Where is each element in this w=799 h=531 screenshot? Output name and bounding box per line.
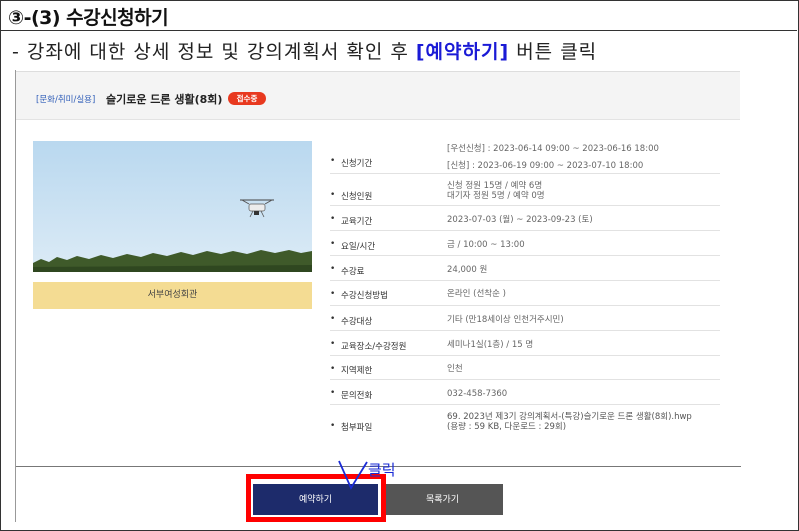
info-value: 인천 — [447, 364, 463, 374]
info-value: 신청 정원 15명 / 예약 6명 대기자 정원 5명 / 예약 0명 — [447, 181, 545, 201]
bullet-icon: • — [330, 388, 336, 398]
course-photo — [33, 141, 312, 272]
info-label: 수강료 — [341, 267, 365, 277]
click-arrow-icon — [338, 460, 368, 490]
info-value: 금 / 10:00 ~ 13:00 — [447, 240, 525, 250]
info-label: 첨부파일 — [341, 423, 373, 433]
bullet-icon: • — [330, 421, 336, 431]
info-row-fee: • 수강료 24,000 원 — [330, 256, 720, 281]
info-label: 문의전화 — [341, 391, 373, 401]
info-label: 수강신청방법 — [341, 291, 388, 301]
click-note: 클릭 — [368, 461, 396, 479]
instruction-highlight: [예약하기] — [415, 41, 510, 63]
info-label: 지역제한 — [341, 366, 373, 376]
info-value: 032-458-7360 — [447, 389, 508, 399]
info-label: 수강대상 — [341, 317, 373, 327]
info-value: 세미나1실(1층) / 15 명 — [447, 340, 534, 350]
bullet-icon: • — [330, 239, 336, 249]
bullet-icon: • — [330, 156, 336, 166]
info-value: [우선신청] : 2023-06-14 09:00 ~ 2023-06-16 1… — [447, 144, 659, 171]
info-value: 기타 (만18세이상 인천거주시민) — [447, 315, 564, 325]
info-row-day-time: • 요일/시간 금 / 10:00 ~ 13:00 — [330, 231, 720, 256]
info-row-attachment: • 첨부파일 69. 2023년 제3기 강의계획서-(특강)슬기로운 드론 생… — [330, 405, 720, 441]
info-label: 신청인원 — [341, 192, 373, 202]
instruction-suffix: 버튼 클릭 — [509, 41, 598, 63]
info-row-applicants: • 신청인원 신청 정원 15명 / 예약 6명 대기자 정원 5명 / 예약 … — [330, 174, 720, 206]
step-title: ③-(3) 수강신청하기 — [8, 7, 169, 29]
info-row-phone: • 문의전화 032-458-7360 — [330, 380, 720, 405]
info-label: 교육장소/수강정원 — [341, 342, 407, 352]
info-row-method: • 수강신청방법 온라인 (선착순 ) — [330, 281, 720, 306]
bullet-icon: • — [330, 264, 336, 274]
info-row-region: • 지역제한 인천 — [330, 356, 720, 380]
location-label: 서부여성회관 — [33, 282, 312, 309]
info-value: 온라인 (선착순 ) — [447, 289, 506, 299]
info-row-application-period: • 신청기간 [우선신청] : 2023-06-14 09:00 ~ 2023-… — [330, 138, 720, 174]
bullet-icon: • — [330, 214, 336, 224]
info-label: 교육기간 — [341, 217, 373, 227]
info-row-place-capacity: • 교육장소/수강정원 세미나1실(1층) / 15 명 — [330, 331, 720, 356]
info-label: 신청기간 — [341, 159, 373, 169]
bullet-icon: • — [330, 190, 336, 200]
info-label: 요일/시간 — [341, 242, 376, 252]
list-button[interactable]: 목록가기 — [382, 484, 503, 515]
attachment-link[interactable]: 69. 2023년 제3기 강의계획서-(특강)슬기로운 드론 생활(8회).h… — [447, 412, 692, 432]
instruction-text: - 강좌에 대한 상세 정보 및 강의계획서 확인 후 [예약하기] 버튼 클릭 — [12, 37, 597, 64]
drone-photo-image — [33, 141, 312, 272]
course-category: [문화/취미/실용] — [36, 95, 96, 105]
bullet-icon: • — [330, 364, 336, 374]
info-row-target: • 수강대상 기타 (만18세이상 인천거주시민) — [330, 306, 720, 331]
bullet-icon: • — [330, 289, 336, 299]
info-row-education-period: • 교육기간 2023-07-03 (월) ~ 2023-09-23 (토) — [330, 206, 720, 231]
course-title: 슬기로운 드론 생활(8회) — [106, 93, 223, 106]
info-value: 24,000 원 — [447, 265, 488, 275]
status-badge: 접수중 — [228, 92, 266, 105]
bullet-icon: • — [330, 339, 336, 349]
bullet-icon: • — [330, 314, 336, 324]
instruction-prefix: - 강좌에 대한 상세 정보 및 강의계획서 확인 후 — [12, 41, 416, 63]
info-value: 2023-07-03 (월) ~ 2023-09-23 (토) — [447, 215, 593, 225]
